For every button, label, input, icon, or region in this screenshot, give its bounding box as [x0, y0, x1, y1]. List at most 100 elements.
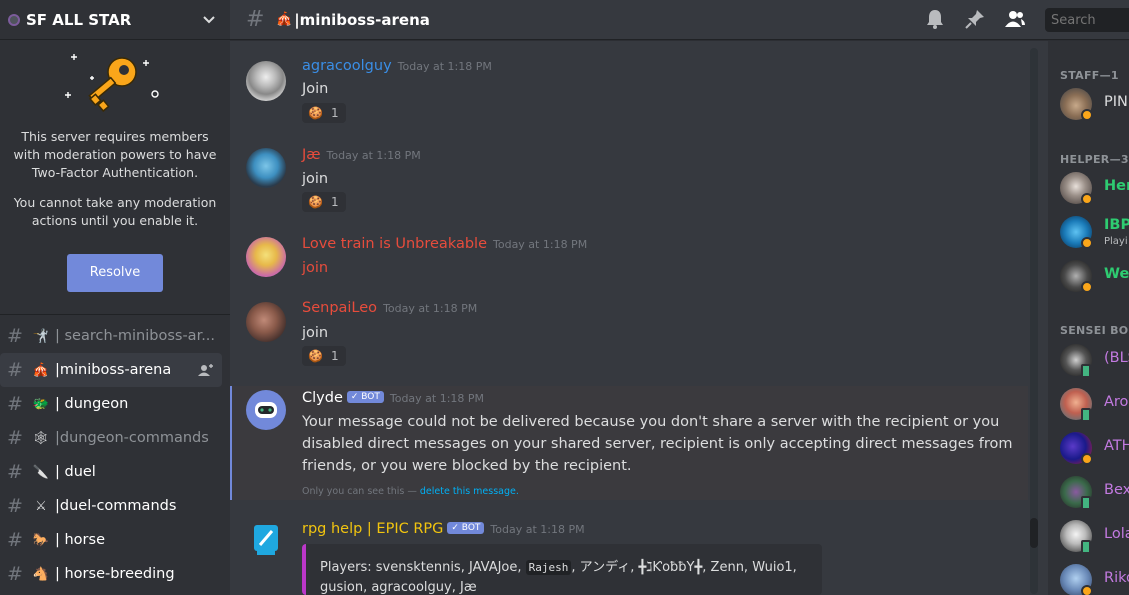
- author-name[interactable]: Jæ: [302, 147, 321, 163]
- hash-icon: #: [7, 461, 23, 483]
- channel-emoji: 🐎: [32, 532, 50, 548]
- message-header: Clyde ✓ BOT Today at 1:18 PM: [302, 390, 484, 406]
- author-name[interactable]: rpg help | EPIC RPG: [302, 521, 443, 537]
- delete-message-link[interactable]: delete this message.: [420, 486, 519, 497]
- timestamp: Today at 1:18 PM: [493, 238, 588, 251]
- channel-horse-breeding[interactable]: # 🐴 | horse-breeding: [0, 557, 230, 591]
- avatar[interactable]: [246, 302, 286, 342]
- author-name[interactable]: Love train is Unbreakable: [302, 236, 487, 252]
- avatar[interactable]: [246, 237, 286, 277]
- member-activity: Playi: [1104, 236, 1128, 247]
- member-list: STAFF—1 PIN HELPER—3 Her IBP Playi We SE…: [1048, 41, 1129, 595]
- channel-name: | search-miniboss-ar...: [55, 328, 216, 344]
- author-name[interactable]: SenpaiLeo: [302, 300, 377, 316]
- search-input[interactable]: [1045, 8, 1129, 32]
- timestamp: Today at 1:18 PM: [397, 60, 492, 73]
- idle-status-icon: [1081, 585, 1093, 595]
- channel-search-miniboss-arena[interactable]: # 🤺 | search-miniboss-ar...: [0, 319, 230, 353]
- cookie-icon: 🍪: [308, 106, 323, 120]
- add-user-icon[interactable]: [198, 363, 214, 377]
- channel-miniboss-arena[interactable]: # 🎪 |miniboss-arena: [0, 353, 222, 387]
- member-name: We: [1104, 266, 1129, 282]
- timestamp: Today at 1:18 PM: [383, 302, 478, 315]
- reaction[interactable]: 🍪 1: [302, 103, 346, 123]
- member-item[interactable]: Aro: [1060, 386, 1129, 422]
- message-list: agracoolguy Today at 1:18 PM Join 🍪 1 Jæ T…: [230, 41, 1040, 595]
- embed-code: Rajesh: [525, 560, 572, 575]
- hash-icon: #: [7, 325, 23, 347]
- member-item[interactable]: Riko: [1060, 562, 1129, 595]
- server-header[interactable]: SF ALL STAR: [0, 0, 230, 40]
- message-text: Join: [302, 81, 329, 97]
- mobile-status-icon: [1081, 408, 1091, 422]
- channel-dungeon-commands[interactable]: # 🕸 |dungeon-commands: [0, 421, 230, 455]
- reaction-count: 1: [330, 106, 339, 120]
- mobile-status-icon: [1081, 496, 1091, 510]
- member-item[interactable]: Her: [1060, 170, 1129, 206]
- avatar[interactable]: [246, 521, 286, 561]
- embed-text: Players: svensktennis, JAVAJoe,: [320, 560, 526, 575]
- message-header: agracoolguy Today at 1:18 PM: [302, 58, 492, 74]
- channel-duel[interactable]: # 🔪 | duel: [0, 455, 230, 489]
- channel-name: | dungeon: [55, 396, 129, 412]
- member-item[interactable]: We: [1060, 258, 1129, 294]
- author-name[interactable]: agracoolguy: [302, 58, 392, 74]
- channel-name: |duel-commands: [55, 498, 177, 514]
- rpg-sword-icon: [254, 525, 278, 555]
- tfa-message: This server requires members with modera…: [13, 129, 217, 180]
- timestamp: Today at 1:18 PM: [326, 149, 421, 162]
- scrollbar[interactable]: [1030, 48, 1038, 594]
- tfa-notice: You cannot take any moderation actions u…: [13, 195, 217, 228]
- member-item[interactable]: Bex: [1060, 474, 1129, 510]
- avatar[interactable]: [246, 61, 286, 101]
- channel-title-text: |miniboss-arena: [294, 10, 430, 29]
- member-name: Aro: [1104, 394, 1129, 410]
- channel-emoji: 🕸: [32, 430, 50, 446]
- member-item[interactable]: PIN: [1060, 86, 1129, 122]
- message-text: Your message could not be delivered beca…: [302, 411, 1013, 477]
- member-item[interactable]: Lola: [1060, 518, 1129, 554]
- member-name: IBP: [1104, 217, 1129, 233]
- member-item[interactable]: (BLS: [1060, 342, 1129, 378]
- message-text: join: [302, 260, 329, 276]
- idle-status-icon: [1081, 237, 1093, 249]
- chevron-down-icon[interactable]: [202, 13, 216, 27]
- bot-badge: ✓ BOT: [447, 522, 485, 534]
- reaction-count: 1: [330, 349, 339, 363]
- server-badge-icon: [8, 13, 20, 26]
- message-text: join: [302, 171, 329, 187]
- member-name: Riko: [1104, 570, 1129, 586]
- member-name: Her: [1104, 178, 1129, 194]
- embed-players-line: Players: svensktennis, JAVAJoe, Rajesh, …: [320, 558, 822, 578]
- ephemeral-note: Only you can see this — delete this mess…: [302, 486, 519, 497]
- members-icon[interactable]: [1004, 8, 1026, 30]
- resolve-button[interactable]: Resolve: [67, 254, 163, 292]
- pin-icon[interactable]: [964, 8, 986, 30]
- channel-horse[interactable]: # 🐎 | horse: [0, 523, 230, 557]
- channel-dungeon[interactable]: # 🐲 | dungeon: [0, 387, 230, 421]
- channel-emoji: 🐲: [32, 396, 50, 412]
- channel-name: | duel: [55, 464, 96, 480]
- channel-emoji: 🔪: [32, 464, 50, 480]
- reaction[interactable]: 🍪 1: [302, 346, 346, 366]
- channel-duel-commands[interactable]: # ⚔ |duel-commands: [0, 489, 230, 523]
- role-header: STAFF—1: [1060, 69, 1119, 82]
- avatar[interactable]: [246, 148, 286, 188]
- member-name: (BLS: [1104, 350, 1129, 366]
- author-name[interactable]: Clyde: [302, 390, 343, 406]
- member-name: Lola: [1104, 526, 1129, 542]
- reaction-count: 1: [330, 195, 339, 209]
- member-item[interactable]: ATH: [1060, 430, 1129, 466]
- bell-icon[interactable]: [924, 8, 946, 30]
- message-header: Jæ Today at 1:18 PM: [302, 147, 421, 163]
- member-item[interactable]: IBP Playi: [1060, 214, 1129, 250]
- embed-text: gusion, agracoolguy, Jæ: [320, 580, 477, 595]
- channel-name: |miniboss-arena: [55, 362, 172, 378]
- reaction[interactable]: 🍪 1: [302, 192, 346, 212]
- avatar[interactable]: [246, 390, 286, 430]
- hash-icon: #: [7, 495, 23, 517]
- hash-icon: #: [7, 359, 23, 381]
- mobile-status-icon: [1081, 364, 1091, 378]
- message-line: Your message could not be delivered beca…: [302, 414, 1000, 430]
- scrollbar-thumb[interactable]: [1030, 518, 1038, 548]
